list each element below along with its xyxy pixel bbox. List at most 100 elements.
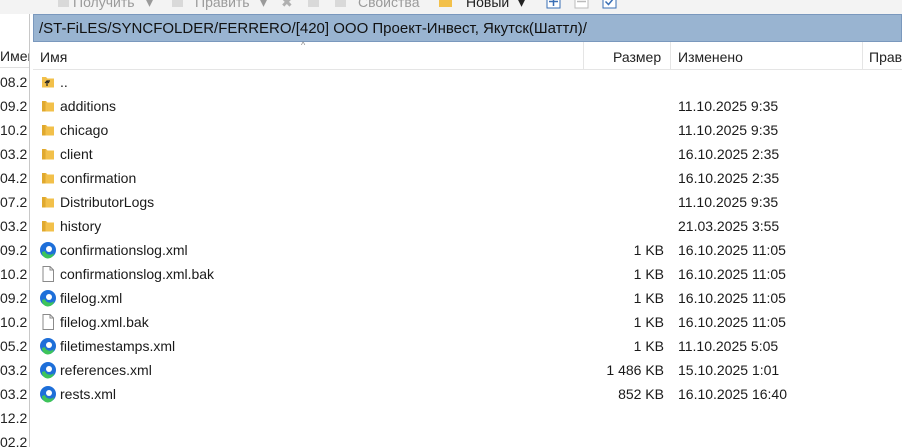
toolbar: Получить ▾ Править ▾ ✖ Свойства Новый ▾ [0,0,902,14]
file-row[interactable]: filelog.xml.bak 1 KB 16.10.2025 11:05 [33,310,902,334]
file-name: filelog.xml.bak [60,314,149,330]
get-dropdown-icon[interactable]: ▾ [146,0,153,14]
file-modified: 11.10.2025 9:35 [678,98,779,114]
column-header-rights[interactable]: Прав [869,42,902,70]
folder-icon [42,125,54,136]
left-row-date[interactable]: 10.2 [0,118,29,142]
file-row[interactable]: confirmationslog.xml.bak 1 KB 16.10.2025 1… [33,262,902,286]
file-size: 1 KB [633,266,664,282]
minus-icon[interactable] [574,0,589,9]
folder-row[interactable]: .. [33,70,902,94]
edge-browser-icon [40,290,56,307]
edge-browser-icon [40,242,56,259]
file-name: filetimestamps.xml [60,338,176,354]
left-row-date[interactable]: 03.2 [0,142,29,166]
file-modified: 15.10.2025 1:01 [678,362,780,378]
file-modified: 16.10.2025 11:05 [678,290,786,306]
file-modified: 21.03.2025 3:55 [678,218,780,234]
left-row-date[interactable]: 09.2 [0,286,29,310]
file-size: 852 KB [618,386,664,402]
delete-icon[interactable]: ✖ [281,0,293,14]
new-folder-icon [439,0,452,7]
file-name: references.xml [60,362,152,378]
sort-ascending-icon: ^ [301,40,306,50]
file-row[interactable]: filelog.xml 1 KB 16.10.2025 11:05 [33,286,902,310]
file-name: confirmationslog.xml [60,242,188,258]
file-row[interactable]: rests.xml 852 KB 16.10.2025 16:40 [33,382,902,406]
file-modified: 16.10.2025 16:40 [678,386,787,402]
file-icon [42,266,54,282]
folder-row[interactable]: additions 11.10.2025 9:35 [33,94,902,118]
file-modified: 16.10.2025 11:05 [678,314,786,330]
plus-icon[interactable] [546,0,561,9]
left-row-date[interactable]: 05.2 [0,334,29,358]
file-size: 1 KB [633,242,664,258]
edge-browser-icon [40,386,56,403]
file-name: history [60,218,102,234]
file-modified: 11.10.2025 9:35 [678,194,779,210]
file-name: .. [60,74,68,90]
edge-browser-icon [40,362,56,379]
properties-button[interactable]: Свойства [358,0,419,14]
column-header-row: ^ Имя Размер Изменено Прав [33,40,902,70]
left-row-date[interactable]: 10.2 [0,262,29,286]
file-name: chicago [60,122,109,138]
folder-row[interactable]: DistributorLogs 11.10.2025 9:35 [33,190,902,214]
column-separator[interactable] [583,42,584,70]
file-name: confirmationslog.xml.bak [60,266,215,282]
left-row-date[interactable]: 07.2 [0,190,29,214]
file-modified: 16.10.2025 11:05 [678,266,786,282]
get-button[interactable]: Получить [73,0,135,14]
left-name-column-header[interactable]: Имен [0,44,29,68]
edit-dropdown-icon[interactable]: ▾ [260,0,267,14]
file-modified: 16.10.2025 11:05 [678,242,786,258]
left-row-date[interactable]: 03.2 [0,382,29,406]
edge-browser-icon [40,338,56,355]
edit-button[interactable]: Править [195,0,250,14]
left-row-date[interactable]: 02.2 [0,430,29,447]
file-row[interactable]: confirmationslog.xml 1 KB 16.10.2025 11:05 [33,238,902,262]
file-name: filelog.xml [60,290,123,306]
file-size: 1 KB [633,314,664,330]
left-row-date[interactable]: 08.2 [0,70,29,94]
column-header-name[interactable]: Имя [40,42,67,70]
rename-icon[interactable] [306,0,321,9]
column-separator[interactable] [670,42,671,70]
column-header-size[interactable]: Размер [613,42,661,70]
file-row[interactable]: references.xml 1 486 KB 15.10.2025 1:01 [33,358,902,382]
file-list: .. additions 11.10.2025 9:35 chicago 11.10.2… [33,70,902,447]
folder-row[interactable]: history 21.03.2025 3:55 [33,214,902,238]
left-row-date[interactable]: 03.2 [0,214,29,238]
folder-row[interactable]: confirmation 16.10.2025 2:35 [33,166,902,190]
folder-icon [42,221,54,232]
folder-row[interactable]: client 16.10.2025 2:35 [33,142,902,166]
left-row-date[interactable]: 12.2 [0,406,29,430]
download-icon [58,0,69,7]
file-modified: 16.10.2025 2:35 [678,170,780,186]
file-modified: 11.10.2025 9:35 [678,122,779,138]
left-row-date[interactable]: 09.2 [0,94,29,118]
file-row[interactable]: filetimestamps.xml 1 KB 11.10.2025 5:05 [33,334,902,358]
file-name: client [60,146,93,162]
column-separator[interactable] [862,42,863,70]
left-row-date[interactable]: 03.2 [0,358,29,382]
new-dropdown-icon[interactable]: ▾ [518,0,525,14]
folder-row[interactable]: chicago 11.10.2025 9:35 [33,118,902,142]
properties-icon [335,0,346,7]
file-size: 1 KB [633,338,664,354]
file-icon [42,314,54,330]
check-icon[interactable] [602,0,617,9]
left-file-panel: Имен 08.209.210.203.204.207.203.209.210.… [0,14,30,447]
path-bar[interactable]: /ST-FiLES/SYNCFOLDER/FERRERO/[420] ООО П… [33,14,902,42]
left-row-date[interactable]: 10.2 [0,310,29,334]
file-name: confirmation [60,170,137,186]
file-name: rests.xml [60,386,116,402]
left-row-date[interactable]: 09.2 [0,238,29,262]
left-row-date[interactable]: 04.2 [0,166,29,190]
file-modified: 16.10.2025 2:35 [678,146,780,162]
new-button[interactable]: Новый [466,0,509,14]
folder-icon [42,197,54,208]
column-header-modified[interactable]: Изменено [678,42,743,70]
file-name: DistributorLogs [60,194,155,210]
file-size: 1 KB [633,290,664,306]
